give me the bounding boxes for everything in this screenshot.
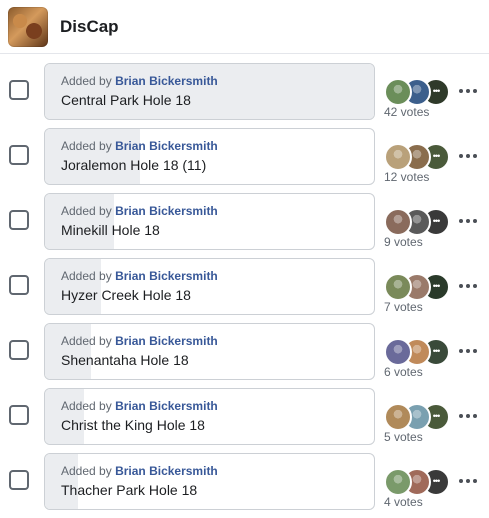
- vote-checkbox[interactable]: [9, 340, 29, 360]
- poll-option-row: Added by Brian Bickersmith Central Park …: [0, 63, 489, 128]
- poll-option[interactable]: Added by Brian Bickersmith Hyzer Creek H…: [44, 258, 375, 315]
- author-link[interactable]: Brian Bickersmith: [115, 204, 218, 218]
- more-options-icon[interactable]: [457, 473, 479, 489]
- voter-avatars[interactable]: •••: [384, 403, 450, 431]
- added-by-prefix: Added by: [61, 464, 112, 478]
- group-header: DisCap: [0, 0, 489, 54]
- poll-option-label: Hyzer Creek Hole 18: [61, 287, 191, 303]
- poll-option[interactable]: Added by Brian Bickersmith Joralemon Hol…: [44, 128, 375, 185]
- vote-count[interactable]: 12 votes: [384, 170, 429, 184]
- poll-option-label: Thacher Park Hole 18: [61, 482, 198, 498]
- added-by-prefix: Added by: [61, 334, 112, 348]
- vote-checkbox[interactable]: [9, 470, 29, 490]
- author-link[interactable]: Brian Bickersmith: [115, 334, 218, 348]
- poll-option-label: Christ the King Hole 18: [61, 417, 205, 433]
- poll-option[interactable]: Added by Brian Bickersmith Christ the Ki…: [44, 388, 375, 445]
- added-by-text: Added by Brian Bickersmith: [61, 204, 218, 219]
- vote-count[interactable]: 5 votes: [384, 430, 423, 444]
- vote-checkbox[interactable]: [9, 405, 29, 425]
- voter-avatar[interactable]: [384, 273, 412, 301]
- more-options-icon[interactable]: [457, 148, 479, 164]
- vote-checkbox[interactable]: [9, 210, 29, 230]
- added-by-prefix: Added by: [61, 74, 112, 88]
- voter-avatar[interactable]: [384, 403, 412, 431]
- vote-count[interactable]: 42 votes: [384, 105, 429, 119]
- voter-avatar[interactable]: [384, 468, 412, 496]
- poll-options-list: Added by Brian Bickersmith Central Park …: [0, 63, 489, 518]
- voter-avatar[interactable]: [384, 208, 412, 236]
- vote-checkbox[interactable]: [9, 275, 29, 295]
- poll-option-row: Added by Brian Bickersmith Christ the Ki…: [0, 388, 489, 453]
- poll-option-label: Central Park Hole 18: [61, 92, 191, 108]
- poll-option[interactable]: Added by Brian Bickersmith Shenantaha Ho…: [44, 323, 375, 380]
- more-options-icon[interactable]: [457, 408, 479, 424]
- poll-option-row: Added by Brian Bickersmith Shenantaha Ho…: [0, 323, 489, 388]
- poll-option-row: Added by Brian Bickersmith Thacher Park …: [0, 453, 489, 518]
- added-by-prefix: Added by: [61, 399, 112, 413]
- added-by-text: Added by Brian Bickersmith: [61, 139, 218, 154]
- added-by-prefix: Added by: [61, 204, 112, 218]
- added-by-text: Added by Brian Bickersmith: [61, 269, 218, 284]
- author-link[interactable]: Brian Bickersmith: [115, 269, 218, 283]
- added-by-prefix: Added by: [61, 139, 112, 153]
- more-options-icon[interactable]: [457, 213, 479, 229]
- poll-option[interactable]: Added by Brian Bickersmith Central Park …: [44, 63, 375, 120]
- more-options-icon[interactable]: [457, 83, 479, 99]
- group-name[interactable]: DisCap: [60, 17, 119, 37]
- voter-avatars[interactable]: •••: [384, 273, 450, 301]
- voter-avatar[interactable]: [384, 143, 412, 171]
- vote-checkbox[interactable]: [9, 80, 29, 100]
- voter-avatars[interactable]: •••: [384, 338, 450, 366]
- added-by-text: Added by Brian Bickersmith: [61, 74, 218, 89]
- poll-option-label: Minekill Hole 18: [61, 222, 160, 238]
- group-avatar[interactable]: [8, 6, 48, 47]
- vote-count[interactable]: 4 votes: [384, 495, 423, 509]
- voter-avatars[interactable]: •••: [384, 468, 450, 496]
- voter-avatars[interactable]: •••: [384, 208, 450, 236]
- author-link[interactable]: Brian Bickersmith: [115, 139, 218, 153]
- author-link[interactable]: Brian Bickersmith: [115, 464, 218, 478]
- poll-option-row: Added by Brian Bickersmith Hyzer Creek H…: [0, 258, 489, 323]
- more-options-icon[interactable]: [457, 343, 479, 359]
- vote-count[interactable]: 7 votes: [384, 300, 423, 314]
- poll-option[interactable]: Added by Brian Bickersmith Minekill Hole…: [44, 193, 375, 250]
- author-link[interactable]: Brian Bickersmith: [115, 74, 218, 88]
- poll-option-row: Added by Brian Bickersmith Joralemon Hol…: [0, 128, 489, 193]
- voter-avatar[interactable]: [384, 78, 412, 106]
- added-by-text: Added by Brian Bickersmith: [61, 399, 218, 414]
- voter-avatars[interactable]: •••: [384, 78, 450, 106]
- vote-checkbox[interactable]: [9, 145, 29, 165]
- poll-option-row: Added by Brian Bickersmith Minekill Hole…: [0, 193, 489, 258]
- voter-avatars[interactable]: •••: [384, 143, 450, 171]
- poll-option-label: Joralemon Hole 18 (11): [61, 157, 207, 173]
- added-by-prefix: Added by: [61, 269, 112, 283]
- voter-avatar[interactable]: [384, 338, 412, 366]
- added-by-text: Added by Brian Bickersmith: [61, 464, 218, 479]
- more-options-icon[interactable]: [457, 278, 479, 294]
- poll-option[interactable]: Added by Brian Bickersmith Thacher Park …: [44, 453, 375, 510]
- added-by-text: Added by Brian Bickersmith: [61, 334, 218, 349]
- poll-option-label: Shenantaha Hole 18: [61, 352, 189, 368]
- vote-count[interactable]: 6 votes: [384, 365, 423, 379]
- vote-count[interactable]: 9 votes: [384, 235, 423, 249]
- author-link[interactable]: Brian Bickersmith: [115, 399, 218, 413]
